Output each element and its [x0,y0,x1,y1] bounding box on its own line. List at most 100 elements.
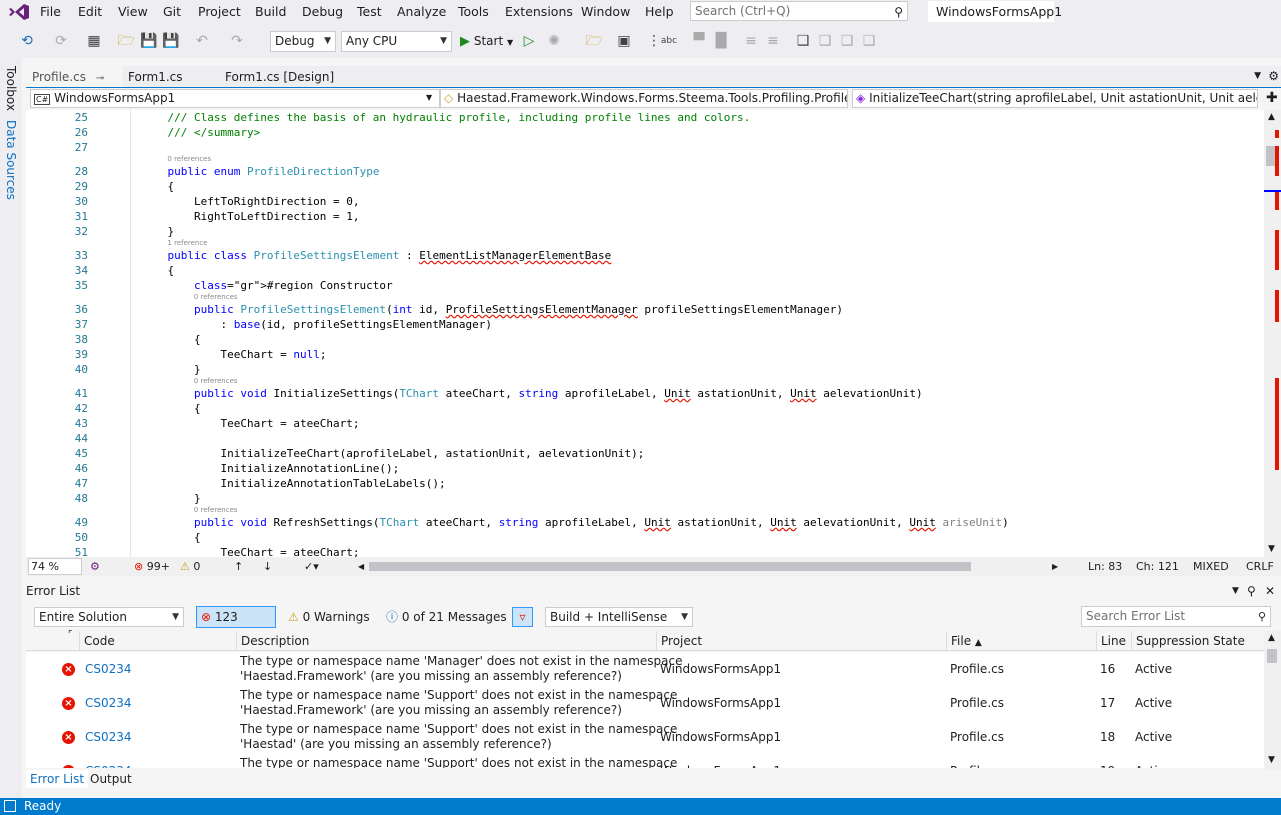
code-line[interactable]: public enum ProfileDirectionType [141,164,380,179]
code-line[interactable]: TeeChart = ateeChart; [141,416,359,431]
indent-indicator[interactable]: MIXED [1193,557,1229,576]
error-code-link[interactable]: CS0234 [85,730,132,745]
intellicode-icon[interactable]: ⚙ [90,557,100,576]
scroll-up-icon[interactable]: ▲ [1268,633,1275,643]
start-button[interactable]: ▶ Start ▼ [460,33,513,51]
toolbox-tab[interactable]: Toolbox [4,66,18,111]
scroll-down-icon[interactable]: ▼ [1268,755,1275,765]
search-error-list-input[interactable]: Search Error List ⚲ [1081,606,1271,627]
prev-bookmark-icon[interactable]: ❑ [816,32,834,50]
scroll-up-icon[interactable]: ▲ [1268,112,1275,122]
menu-test[interactable]: Test [357,3,382,21]
forward-icon[interactable]: ⟳ [52,32,70,50]
table-row[interactable]: × CS0234 The type or namespace name 'Suppo… [26,686,1264,720]
code-lens-references[interactable]: 0 references [167,155,211,164]
menu-window[interactable]: Window [581,3,630,21]
code-editor[interactable]: 25 /// Class defines the basis of an hyd… [26,110,1264,557]
line-ending-indicator[interactable]: CRLF [1246,557,1274,576]
code-lens-references[interactable]: 0 references [194,377,238,386]
column-suppression[interactable]: Suppression State [1131,631,1261,651]
messages-filter-button[interactable]: ⓘ 0 of 21 Messages [386,606,507,628]
warnings-filter-button[interactable]: ⚠ 0 Warnings [288,606,370,628]
menu-tools[interactable]: Tools [458,3,489,21]
hot-reload-icon[interactable]: ✺ [545,32,563,50]
code-line[interactable]: /// </summary> [141,125,260,140]
project-nav-select[interactable]: C# WindowsFormsApp1 [30,89,440,108]
menu-analyze[interactable]: Analyze [397,3,446,21]
filter-icon[interactable]: ▿ [512,607,533,627]
code-lens-references[interactable]: 1 reference [167,239,207,248]
indent-icon[interactable]: ≡ [764,32,782,50]
code-line[interactable]: public void InitializeSettings(TChart at… [141,386,923,401]
spell-check-icon[interactable]: abc [660,32,678,50]
visual-studio-logo-icon[interactable] [8,3,30,21]
next-bookmark-icon[interactable]: ❑ [838,32,856,50]
errors-filter-button[interactable]: ⊗ 123 Errors [196,606,276,644]
browse-folder-icon[interactable]: 🗁 [585,32,603,50]
warnings-indicator[interactable]: ⚠ 0 [180,557,200,576]
menu-help[interactable]: Help [645,3,674,21]
column-file[interactable]: File ▲ [946,631,1096,651]
menu-project[interactable]: Project [198,3,241,21]
align-2-icon[interactable]: █ [712,32,730,50]
code-line[interactable]: public void RefreshSettings(TChart ateeC… [141,515,1009,530]
code-line[interactable]: { [141,530,201,545]
code-line[interactable]: TeeChart = ateeChart; [141,545,359,557]
open-folder-icon[interactable]: 🗁 [117,32,135,50]
menu-file[interactable]: File [40,3,61,21]
code-lens-references[interactable]: 0 references [194,293,238,302]
code-line[interactable]: { [141,263,174,278]
platform-select[interactable]: Any CPU ▼ [341,31,452,52]
code-line[interactable]: : base(id, profileSettingsElementManager… [141,317,492,332]
scroll-right-icon[interactable]: ▶ [1052,557,1058,576]
code-line[interactable]: RightToLeftDirection = 1, [141,209,360,224]
code-line[interactable]: LeftToRightDirection = 0, [141,194,360,209]
tab-error-list[interactable]: Error List [26,770,89,788]
tab-output[interactable]: Output [86,770,136,788]
save-icon[interactable]: 💾 [140,32,158,50]
close-panel-icon[interactable]: ✕ [1265,584,1275,598]
sort-handle-icon[interactable]: ⌜ [68,625,72,645]
code-line[interactable]: InitializeTeeChart(aprofileLabel, astati… [141,446,644,461]
column-line[interactable]: Line [1096,631,1131,651]
menu-git[interactable]: Git [163,3,181,21]
menu-view[interactable]: View [118,3,148,21]
new-project-icon[interactable]: ▦ [85,32,103,50]
prev-issue-icon[interactable]: ↑ [234,557,243,576]
search-input[interactable]: Search (Ctrl+Q) ⚲ [690,1,908,21]
tab-form1-cs[interactable]: Form1.cs [122,66,218,88]
column-project[interactable]: Project [656,631,946,651]
code-lens-references[interactable]: 0 references [194,506,238,515]
horizontal-scroll-thumb[interactable] [369,562,971,571]
configuration-select[interactable]: Debug ▼ [270,31,336,52]
column-description[interactable]: Description [236,631,656,651]
code-line[interactable]: { [141,179,174,194]
editor-vertical-scrollbar[interactable]: ▲ ▼ [1264,110,1281,557]
code-line[interactable]: { [141,332,201,347]
error-list-scrollbar[interactable]: ▲ ▼ [1264,631,1281,770]
line-indicator[interactable]: Ln: 83 [1088,557,1122,576]
error-code-link[interactable]: CS0234 [85,696,132,711]
solution-title[interactable]: WindowsFormsApp1 [928,1,1062,22]
table-row[interactable]: × CS0234 The type or namespace name 'Suppo… [26,720,1264,754]
output-window-icon[interactable] [4,800,16,812]
code-line[interactable]: TeeChart = null; [141,347,326,362]
code-line[interactable]: } [141,491,201,506]
data-sources-tab[interactable]: Data Sources [4,120,18,200]
zoom-select[interactable]: 74 % [28,558,82,575]
error-code-link[interactable]: CS0234 [85,662,132,677]
errors-indicator[interactable]: ⊗ 99+ [134,557,170,576]
member-nav-select[interactable]: ◈ InitializeTeeChart(string aprofileLabe… [852,89,1258,108]
source-select[interactable]: Build + IntelliSense ▼ [545,607,693,627]
table-row[interactable]: × CS0234 The type or namespace name 'Manag… [26,652,1264,686]
clear-bookmarks-icon[interactable]: ❑ [860,32,878,50]
start-without-debugging-icon[interactable]: ▷ [520,32,538,50]
window-layout-icon[interactable]: ▣ [615,32,633,50]
scroll-thumb[interactable] [1267,649,1277,663]
next-issue-icon[interactable]: ↓ [263,557,272,576]
align-icon[interactable]: ▀ [690,32,708,50]
tab-overflow-icon[interactable]: ▼ [1254,71,1261,81]
outdent-icon[interactable]: ≡ [742,32,760,50]
settings-icon[interactable]: ⚙ [1268,69,1279,83]
code-line[interactable]: public class ProfileSettingsElement : El… [141,248,612,263]
